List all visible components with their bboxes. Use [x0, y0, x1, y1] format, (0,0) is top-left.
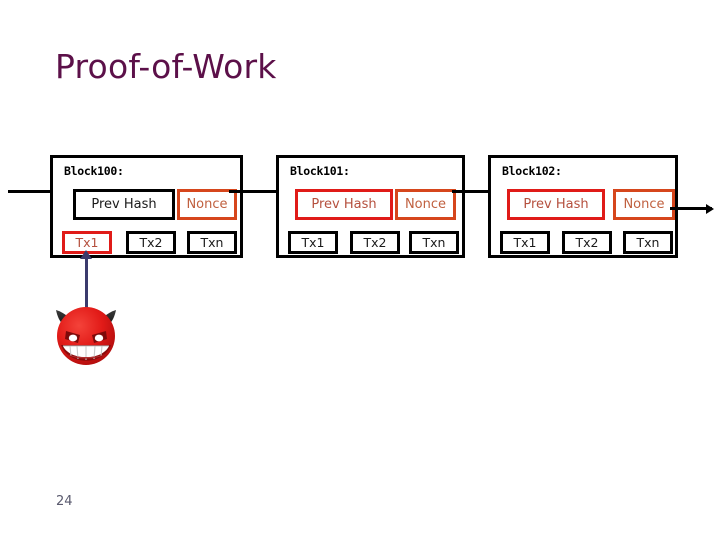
block-100-prev-hash-label: Prev Hash [91, 197, 157, 212]
block-101-prev-hash[interactable]: Prev Hash [295, 189, 393, 220]
block-101-tx-n[interactable]: Txn [409, 231, 459, 254]
block-101-tx-2-label: Tx2 [363, 235, 387, 250]
block-100-label: Block100: [64, 164, 124, 178]
block-102-tx-1[interactable]: Tx1 [500, 231, 550, 254]
block-102-prev-hash-label: Prev Hash [523, 197, 589, 212]
block-100[interactable]: Block100: Prev Hash Nonce Tx1 Tx2 Txn [50, 155, 243, 258]
block-102-tx-n[interactable]: Txn [623, 231, 673, 254]
block-102-tx-1-label: Tx1 [513, 235, 537, 250]
block-100-tx-n-label: Txn [200, 235, 224, 250]
attacker-arrow-head [80, 250, 92, 259]
block-102-nonce[interactable]: Nonce [613, 189, 675, 220]
blockchain-diagram: Block100: Prev Hash Nonce Tx1 Tx2 Txn Bl… [0, 140, 720, 270]
page-number: 24 [56, 494, 73, 509]
block-102-nonce-label: Nonce [623, 197, 665, 212]
block-100-prev-hash[interactable]: Prev Hash [73, 189, 175, 220]
block-100-nonce[interactable]: Nonce [177, 189, 237, 220]
devil-emoji-icon [50, 298, 122, 368]
block-100-tx-1-label: Tx1 [75, 235, 99, 250]
chain-arrow-outgoing-head [706, 203, 714, 214]
chain-arrow-100-to-101 [229, 190, 279, 193]
block-101-prev-hash-label: Prev Hash [311, 197, 377, 212]
block-100-tx-2-label: Tx2 [139, 235, 163, 250]
block-100-tx-n[interactable]: Txn [187, 231, 237, 254]
block-101-tx-n-label: Txn [422, 235, 446, 250]
block-102[interactable]: Block102: Prev Hash Nonce Tx1 Tx2 Txn [488, 155, 678, 258]
block-101-tx-2[interactable]: Tx2 [350, 231, 400, 254]
block-100-nonce-label: Nonce [186, 197, 228, 212]
slide-canvas: Proof-of-Work Block100: Prev Hash Nonce … [0, 0, 720, 540]
block-102-tx-2[interactable]: Tx2 [562, 231, 612, 254]
block-102-prev-hash[interactable]: Prev Hash [507, 189, 605, 220]
block-102-tx-n-label: Txn [636, 235, 660, 250]
block-101-nonce-label: Nonce [404, 197, 447, 212]
page-title: Proof-of-Work [55, 47, 277, 86]
block-102-tx-2-label: Tx2 [575, 235, 599, 250]
block-101-nonce[interactable]: Nonce [395, 189, 456, 220]
block-102-label: Block102: [502, 164, 562, 178]
block-101-tx-1-label: Tx1 [301, 235, 325, 250]
block-101[interactable]: Block101: Prev Hash Nonce Tx1 Tx2 Txn [276, 155, 465, 258]
block-100-tx-2[interactable]: Tx2 [126, 231, 176, 254]
block-101-tx-1[interactable]: Tx1 [288, 231, 338, 254]
block-101-label: Block101: [290, 164, 350, 178]
chain-arrow-incoming [8, 190, 56, 193]
